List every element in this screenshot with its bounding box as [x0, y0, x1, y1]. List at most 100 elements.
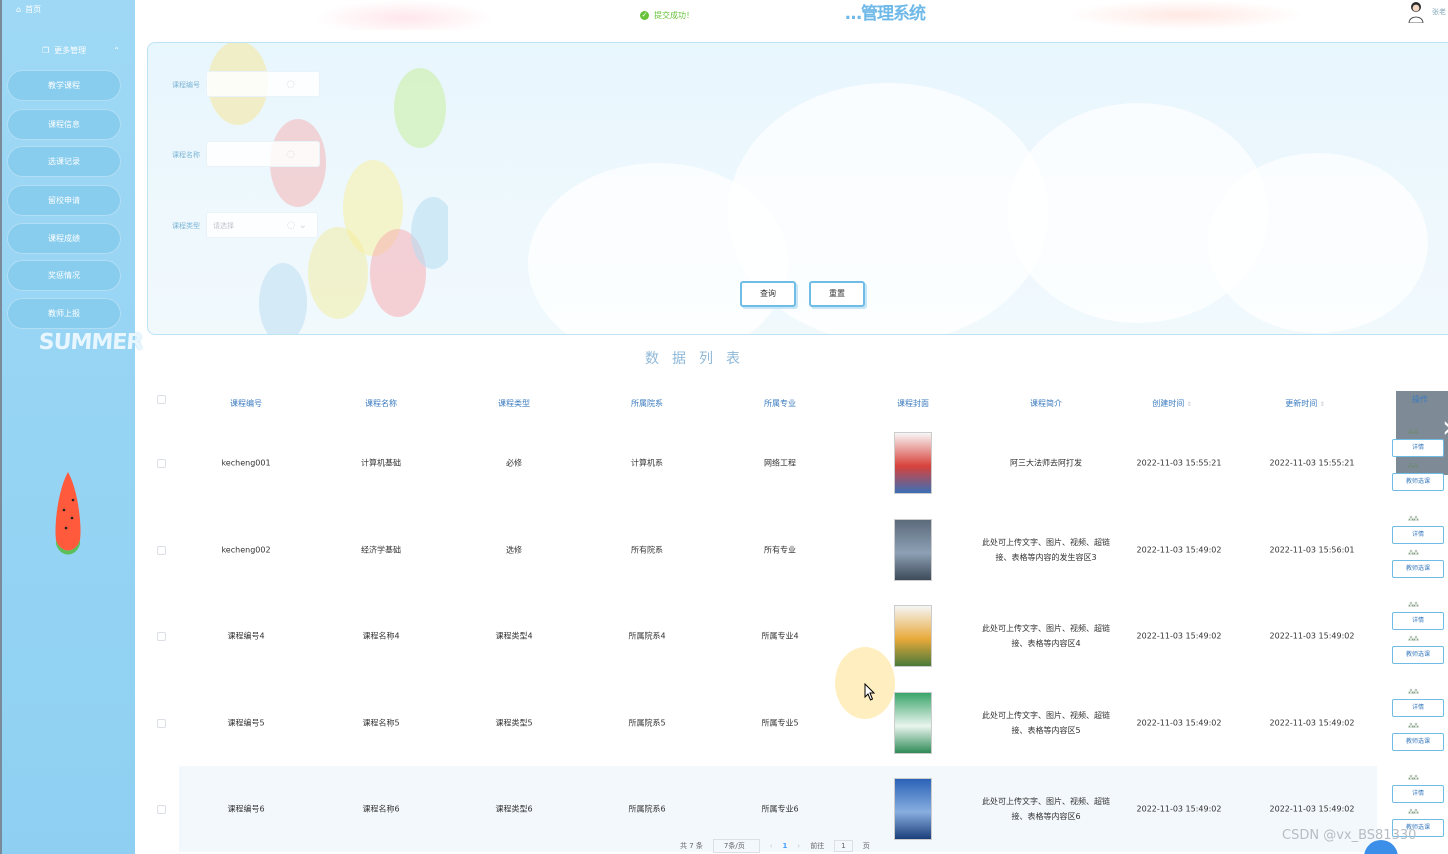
course-type-label: 课程类型: [172, 222, 200, 230]
cell-name: 课程名称6: [362, 804, 400, 814]
course-type-select[interactable]: 请选择 ◌ ⌄: [206, 212, 318, 238]
row-checkbox[interactable]: [157, 805, 166, 814]
cell-college: 所属院系4: [628, 631, 666, 641]
detail-button[interactable]: 详情: [1392, 785, 1444, 803]
cell-intro: 此处可上传文字、图片、视频、超链接、表格等内容区5: [982, 710, 1110, 735]
pagination: 共 7 条 7条/页 ‹ 1 › 前往 1 页: [680, 838, 870, 854]
sidebar-item-stay-application[interactable]: 留校申请: [7, 185, 121, 216]
row-checkbox[interactable]: [157, 545, 166, 555]
cell-code: kecheng001: [221, 458, 271, 468]
cell-college: 所属院系6: [628, 804, 666, 814]
detail-button[interactable]: 详情: [1392, 698, 1444, 717]
clear-icon: ◌: [286, 149, 295, 160]
course-name-input[interactable]: ◌: [206, 141, 320, 167]
course-code-label: 课程编号: [172, 81, 200, 89]
button-decoration: ⁂⁂: [1408, 636, 1419, 643]
goto-input[interactable]: 1: [834, 840, 853, 852]
cell-code: kecheng002: [221, 545, 271, 554]
cell-created: 2022-11-03 15:55:21: [1136, 458, 1222, 468]
cell-college: 计算机系: [631, 458, 663, 468]
cloud-decoration: [1208, 153, 1428, 333]
mouse-cursor-icon: [864, 683, 876, 701]
detail-button[interactable]: 详情: [1392, 439, 1444, 457]
cell-name: 计算机基础: [361, 458, 401, 468]
sort-icon: ⇕: [1319, 401, 1325, 408]
col-intro: 课程简介: [1030, 399, 1062, 408]
cell-updated: 2022-11-03 15:49:02: [1269, 804, 1355, 814]
cell-created: 2022-11-03 15:49:02: [1136, 631, 1222, 641]
cell-code: 课程编号5: [227, 718, 265, 727]
menu-group-more[interactable]: ❐ 更多管理 ⌃: [42, 42, 132, 58]
course-name-label: 课程名称: [172, 151, 200, 159]
detail-button[interactable]: 详情: [1392, 525, 1444, 544]
col-major: 所属专业: [764, 399, 796, 408]
home-icon: ⌂: [16, 4, 22, 14]
reset-button[interactable]: 重置: [809, 281, 865, 307]
avatar[interactable]: [1407, 1, 1425, 23]
col-course-type: 课程类型: [498, 399, 530, 408]
course-cover-image: [894, 432, 932, 494]
col-updated[interactable]: 更新时间 ⇕: [1285, 398, 1325, 409]
cell-updated: 2022-11-03 15:55:21: [1269, 458, 1355, 468]
cell-intro: 此处可上传文字、图片、视频、超链接、表格等内容区6: [982, 797, 1110, 821]
teacher-select-button[interactable]: 教师选课: [1392, 473, 1444, 491]
clear-icon: ◌: [286, 79, 295, 90]
table-row: 课程编号5 课程名称5 课程类型5 所属院系5 所属专业5 此处可上传文字、图片、视频、超…: [147, 680, 1377, 766]
sidebar-item-selection-records[interactable]: 选课记录: [7, 146, 121, 177]
course-cover-image: [894, 518, 932, 581]
course-code-input[interactable]: ◌: [206, 71, 320, 97]
col-created[interactable]: 创建时间 ⇕: [1152, 398, 1192, 409]
watermelon-popsicle-icon: [55, 472, 81, 555]
cell-updated: 2022-11-03 15:49:02: [1269, 718, 1355, 727]
home-label: 首页: [25, 4, 42, 14]
col-course-code: 课程编号: [230, 399, 262, 408]
prev-page-icon[interactable]: ‹: [770, 842, 773, 850]
cell-major: 所属专业4: [761, 631, 799, 641]
page-number[interactable]: 1: [783, 842, 788, 850]
sidebar-item-course-grades[interactable]: 课程成绩: [7, 223, 121, 254]
course-cover-image: [894, 778, 932, 840]
table-row: kecheng002 经济学基础 选修 所有院系 所有专业 此处可上传文字、图片、视频、超…: [147, 507, 1377, 593]
sidebar-item-teacher-report[interactable]: 教师上报: [7, 298, 121, 329]
sidebar-item-course-info[interactable]: 课程信息: [7, 109, 121, 140]
button-decoration: ⁂⁂: [1408, 775, 1419, 782]
username[interactable]: 张老: [1432, 7, 1446, 17]
page-size-select[interactable]: 7条/页: [712, 839, 760, 853]
button-decoration: ⁂⁂: [1408, 549, 1419, 557]
cell-name: 经济学基础: [361, 545, 401, 554]
top-header: ✓ 提交成功！ …管理系统 张老: [135, 0, 1448, 30]
query-button[interactable]: 查询: [740, 281, 796, 307]
sidebar-item-teaching-course[interactable]: 教学课程: [7, 70, 121, 101]
cell-created: 2022-11-03 15:49:02: [1136, 718, 1222, 727]
ops-header: 操作 ›: [1396, 391, 1448, 475]
sidebar-item-rewards[interactable]: 奖惩情况: [7, 260, 121, 291]
cell-code: 课程编号6: [227, 804, 265, 814]
cell-name: 课程名称4: [362, 631, 400, 641]
summer-logo: SUMMER: [37, 330, 144, 355]
cell-major: 所属专业6: [761, 804, 799, 814]
teacher-select-button[interactable]: 教师选课: [1392, 559, 1444, 578]
select-all-checkbox[interactable]: [157, 395, 166, 404]
button-decoration: ⁂⁂: [1408, 809, 1419, 816]
cell-major: 网络工程: [764, 458, 796, 468]
row-checkbox[interactable]: [157, 632, 166, 641]
row-checkbox[interactable]: [157, 459, 166, 468]
home-link[interactable]: ⌂ 首页: [16, 2, 41, 16]
sort-icon: ⇕: [1186, 401, 1192, 408]
teacher-select-button[interactable]: 教师选课: [1392, 732, 1444, 751]
row-checkbox[interactable]: [157, 718, 166, 728]
list-title: 数据列表: [645, 351, 753, 367]
next-page-icon[interactable]: ›: [797, 842, 800, 850]
cell-type: 课程类型4: [495, 631, 533, 641]
cell-intro: 此处可上传文字、图片、视频、超链接、表格等内容区4: [982, 624, 1110, 648]
teacher-select-button[interactable]: 教师选课: [1392, 646, 1444, 664]
cell-intro: 此处可上传文字、图片、视频、超链接、表格等内容的发生容区3: [982, 537, 1110, 562]
cell-code: 课程编号4: [227, 631, 265, 641]
detail-button[interactable]: 详情: [1392, 612, 1444, 630]
cell-college: 所属院系5: [628, 718, 666, 727]
table-row: 课程编号4 课程名称4 课程类型4 所属院系4 所属专业4 此处可上传文字、图片、视频、超…: [147, 593, 1377, 679]
menu-group-label: 更多管理: [54, 45, 87, 55]
cell-name: 课程名称5: [362, 718, 400, 727]
chevron-down-icon: ◌ ⌄: [286, 220, 307, 231]
pager-total: 共 7 条: [680, 842, 703, 850]
